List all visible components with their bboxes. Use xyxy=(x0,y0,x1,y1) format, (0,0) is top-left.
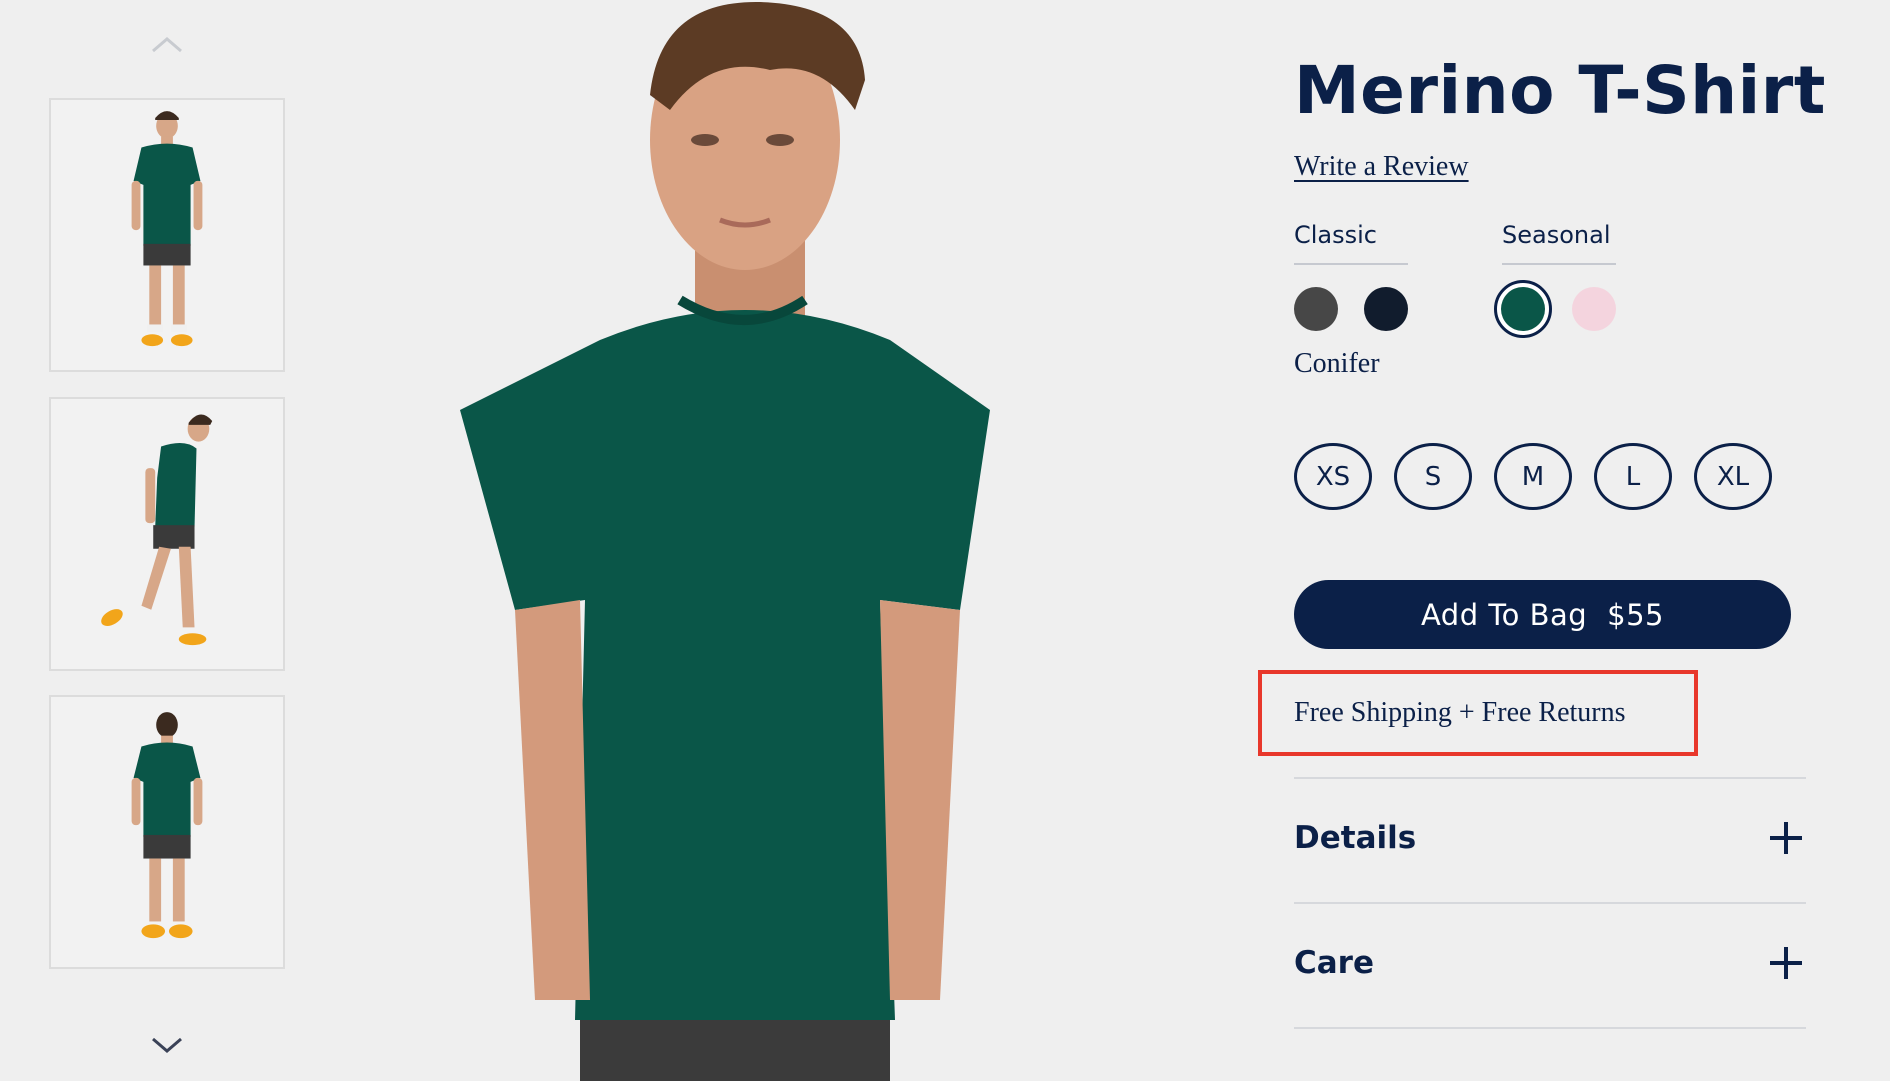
swatch-conifer-fill xyxy=(1501,287,1545,331)
size-m-button[interactable]: M xyxy=(1494,443,1572,510)
accordion-care[interactable]: Care xyxy=(1294,903,1806,1023)
product-panel: Merino T-Shirt Write a Review Classic Se… xyxy=(1258,0,1826,1081)
size-l-button[interactable]: L xyxy=(1594,443,1672,510)
shipping-highlight-box: Free Shipping + Free Returns xyxy=(1258,670,1698,756)
color-group-seasonal-label: Seasonal xyxy=(1502,221,1616,265)
plus-icon xyxy=(1770,822,1802,854)
add-to-bag-label: Add To Bag xyxy=(1420,597,1588,632)
color-group-classic-label: Classic xyxy=(1294,221,1408,265)
selected-color-name: Conifer xyxy=(1294,348,1380,379)
plus-icon xyxy=(1770,947,1802,979)
shipping-info: Free Shipping + Free Returns xyxy=(1294,697,1626,728)
swatch-pink[interactable] xyxy=(1572,287,1616,331)
thumbnail-walking-side-view[interactable] xyxy=(49,397,285,671)
thumbnail-front-view[interactable] xyxy=(49,98,285,372)
swatch-charcoal[interactable] xyxy=(1294,287,1338,331)
thumbnail-back-view[interactable] xyxy=(49,695,285,969)
add-to-bag-price: $55 xyxy=(1607,597,1665,632)
add-to-bag-button[interactable]: Add To Bag $55 xyxy=(1294,580,1791,649)
size-s-button[interactable]: S xyxy=(1394,443,1472,510)
swatch-navy[interactable] xyxy=(1364,287,1408,331)
chevron-down-icon[interactable] xyxy=(49,1030,285,1060)
size-xs-button[interactable]: XS xyxy=(1294,443,1372,510)
swatch-conifer[interactable] xyxy=(1494,280,1552,338)
accordion-details[interactable]: Details xyxy=(1294,778,1806,898)
chevron-up-icon[interactable] xyxy=(49,30,285,60)
thumbnail-rail xyxy=(49,25,285,1065)
accordion-details-label: Details xyxy=(1294,820,1417,856)
product-title: Merino T-Shirt xyxy=(1294,52,1826,129)
main-product-image xyxy=(300,0,1260,1081)
accordion-care-label: Care xyxy=(1294,945,1374,981)
divider xyxy=(1294,1027,1806,1029)
size-xl-button[interactable]: XL xyxy=(1694,443,1772,510)
write-review-link[interactable]: Write a Review xyxy=(1294,151,1469,183)
